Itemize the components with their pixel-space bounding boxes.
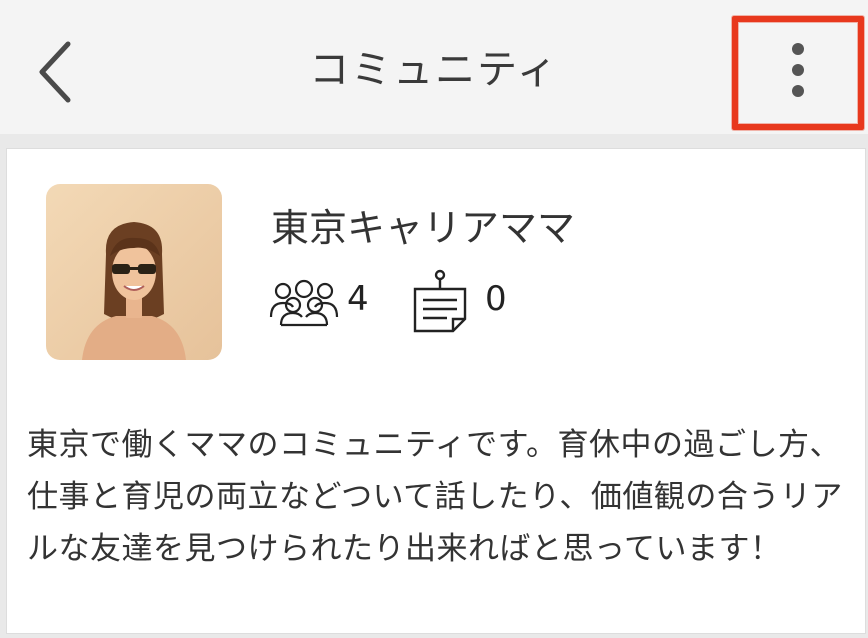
community-card: 東京キャリアママ 4 0 東京で働くママのコミュニティです。育休中の過ごし方、仕… xyxy=(6,148,866,634)
more-vertical-icon-dot xyxy=(792,64,804,76)
bulletin-note-icon xyxy=(413,269,467,333)
community-avatar[interactable] xyxy=(46,184,222,360)
more-vertical-icon xyxy=(792,43,804,55)
group-icon xyxy=(269,279,339,327)
more-options-button[interactable] xyxy=(732,16,864,130)
posts-count: 0 xyxy=(485,279,507,319)
members-count: 4 xyxy=(347,279,369,319)
avatar-image xyxy=(46,184,222,360)
more-vertical-icon-dot xyxy=(792,85,804,97)
back-button[interactable] xyxy=(28,36,84,108)
app-header: コミュニティ xyxy=(0,0,868,134)
community-name: 東京キャリアママ xyxy=(271,206,576,250)
chevron-left-icon xyxy=(39,41,71,103)
community-description: 東京で働くママのコミュニティです。育休中の過ごし方、仕事と育児の両立などついて話… xyxy=(27,427,843,567)
